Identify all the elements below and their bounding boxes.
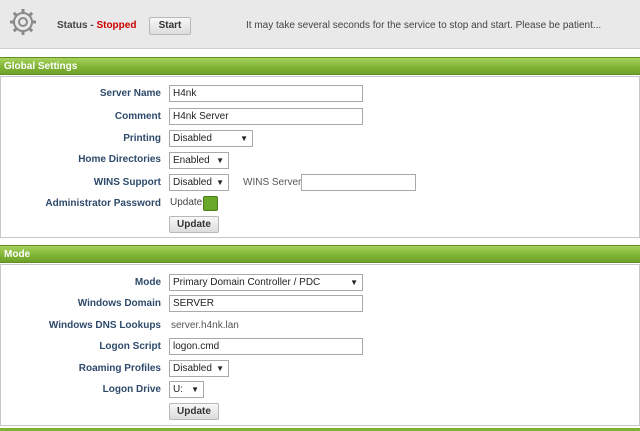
windows-domain-input[interactable]: SERVER — [169, 295, 363, 312]
mode-select-value: Primary Domain Controller / PDC — [173, 277, 321, 288]
chevron-down-icon: ▼ — [216, 364, 224, 373]
update-icon[interactable] — [203, 196, 218, 211]
admin-password-label: Administrator Password — [45, 198, 161, 209]
admin-password-update-link[interactable]: Update — [170, 197, 202, 208]
chevron-down-icon: ▼ — [191, 385, 199, 394]
server-name-input[interactable]: H4nk — [169, 85, 363, 102]
roaming-profiles-select[interactable]: Disabled ▼ — [169, 360, 229, 377]
logon-drive-select-value: U: — [173, 384, 183, 395]
roaming-profiles-label: Roaming Profiles — [78, 363, 161, 374]
global-update-button[interactable]: Update — [169, 216, 219, 233]
chevron-down-icon: ▼ — [216, 156, 224, 165]
status-text: Status — [57, 20, 88, 31]
printing-select-value: Disabled — [173, 133, 212, 144]
chevron-down-icon: ▼ — [216, 178, 224, 187]
section-header-global: Global Settings — [0, 57, 640, 75]
windows-domain-label: Windows Domain — [77, 298, 161, 309]
mode-update-button[interactable]: Update — [169, 403, 219, 420]
wins-support-label: WINS Support — [93, 177, 161, 188]
home-directories-label: Home Directories — [78, 154, 161, 165]
home-directories-select-value: Enabled — [173, 155, 210, 166]
status-bar: Status - Stopped Start It may take sever… — [0, 0, 640, 49]
logon-script-label: Logon Script — [99, 341, 161, 352]
printing-select[interactable]: Disabled ▼ — [169, 130, 253, 147]
wins-support-select[interactable]: Disabled ▼ — [169, 174, 229, 191]
windows-dns-lookups-label: Windows DNS Lookups — [48, 320, 161, 331]
gear-icon — [10, 9, 36, 35]
start-button[interactable]: Start — [149, 17, 191, 35]
global-settings-panel: Server Name H4nk Comment H4nk Server Pri… — [0, 76, 640, 238]
windows-dns-lookups-value: server.h4nk.lan — [171, 320, 239, 331]
logon-script-input[interactable]: logon.cmd — [169, 338, 363, 355]
mode-panel: Mode Primary Domain Controller / PDC ▼ W… — [0, 264, 640, 426]
comment-label: Comment — [114, 111, 161, 122]
wins-server-label: WINS Server — [243, 177, 302, 188]
home-directories-select[interactable]: Enabled ▼ — [169, 152, 229, 169]
logon-drive-label: Logon Drive — [102, 384, 161, 395]
logon-drive-select[interactable]: U: ▼ — [169, 381, 204, 398]
server-name-label: Server Name — [99, 88, 161, 99]
wins-server-input[interactable] — [301, 174, 416, 191]
section-header-mode: Mode — [0, 245, 640, 263]
status-message: It may take several seconds for the serv… — [246, 20, 602, 31]
wins-support-select-value: Disabled — [173, 177, 212, 188]
mode-select[interactable]: Primary Domain Controller / PDC ▼ — [169, 274, 363, 291]
printing-label: Printing — [123, 133, 161, 144]
chevron-down-icon: ▼ — [350, 278, 358, 287]
roaming-profiles-select-value: Disabled — [173, 363, 212, 374]
comment-input[interactable]: H4nk Server — [169, 108, 363, 125]
chevron-down-icon: ▼ — [240, 134, 248, 143]
status-value: Stopped — [96, 20, 137, 31]
status-label: Status - Stopped — [57, 20, 136, 31]
mode-label: Mode — [134, 277, 161, 288]
